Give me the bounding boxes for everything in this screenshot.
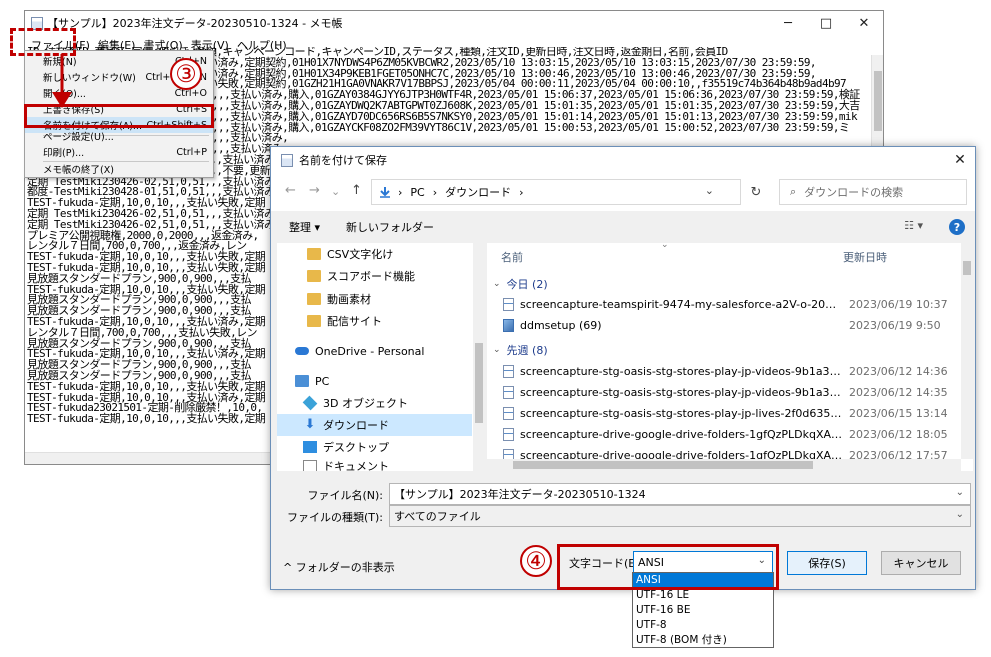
encoding-option-utf8[interactable]: UTF-8 [633,617,773,632]
file-row[interactable]: ddmsetup (69) 2023/06/19 9:50 [503,315,963,336]
notepad-title: 【サンプル】2023年注文データ-20230510-1324 - メモ帳 [47,17,343,30]
document-icon [303,460,317,471]
up-arrow-icon[interactable]: ↑ [351,183,362,198]
nav-item-pc[interactable]: PC [277,370,472,392]
chevron-down-icon: ⌄ [493,345,501,355]
encoding-highlight [557,544,779,590]
search-placeholder: ダウンロードの検索 [804,186,904,199]
dialog-close-button[interactable]: ✕ [945,152,975,168]
menu-item-print[interactable]: 印刷(P)... Ctrl+P [25,144,213,160]
nav-item-csv[interactable]: CSV文字化け [277,243,472,265]
breadcrumb-chevron-icon: › [519,185,524,199]
breadcrumb-chevron-icon: › [398,185,403,199]
nav-item-onedrive[interactable]: OneDrive - Personal [277,340,472,362]
group-header-today[interactable]: ⌄ 今日 (2) [493,275,548,293]
search-input[interactable]: ⌕ ダウンロードの検索 [779,179,967,205]
file-icon [503,428,514,441]
encoding-option-utf16be[interactable]: UTF-16 BE [633,603,773,618]
file-row[interactable]: screencapture-drive-google-drive-folders… [503,424,963,445]
search-icon: ⌕ [790,185,797,198]
download-arrow-icon: ⬇ [304,417,316,432]
file-icon [503,365,514,378]
dialog-navbar: ← → ⌄ ↑ › PC › ダウンロード › ⌄ ↻ ⌕ ダウンロードの検索 [271,173,975,211]
breadcrumb-chevron-icon: › [432,185,438,199]
file-icon [503,386,514,399]
cancel-button[interactable]: キャンセル [881,551,961,575]
file-row[interactable]: screencapture-stg-oasis-stg-stores-play-… [503,403,963,424]
folder-icon [307,315,321,327]
view-options-icon[interactable]: ☷ ▾ [904,219,923,232]
chevron-down-icon: ⌄ [955,509,964,520]
recent-locations-icon[interactable]: ⌄ [331,185,340,198]
nav-item-documents[interactable]: ドキュメント [277,455,472,471]
breadcrumb-downloads[interactable]: ダウンロード [445,184,511,200]
file-icon [503,298,514,311]
chevron-down-icon[interactable]: ⌄ [956,487,964,498]
maximize-button[interactable]: □ [807,11,845,35]
installer-icon [503,319,514,332]
folder-icon [307,293,321,305]
column-header-modified[interactable]: 更新日時 [843,243,887,271]
refresh-icon[interactable]: ↻ [743,179,769,205]
filename-label: ファイル名(N): [307,489,383,502]
chevron-down-icon: ⌄ [493,279,501,289]
dialog-toolbar: 整理 ▾ 新しいフォルダー ☷ ▾ ? [271,211,975,243]
dialog-title: 名前を付けて保存 [299,154,387,167]
group-header-last-week[interactable]: ⌄ 先週 (8) [493,341,548,359]
file-row[interactable]: screencapture-teamspirit-9474-my-salesfo… [503,294,963,315]
dialog-titlebar: 名前を付けて保存 ✕ [271,147,975,173]
file-list-horizontal-scrollbar[interactable] [487,459,961,471]
file-row[interactable]: screencapture-stg-oasis-stg-stores-play-… [503,382,963,403]
column-header-name[interactable]: 名前 [501,243,523,271]
arrow-icon [52,54,72,108]
download-arrow-icon [380,187,390,198]
onedrive-cloud-icon [295,347,309,355]
nav-item-3d-objects[interactable]: 3D オブジェクト [277,392,472,414]
sort-chevron-icon: ⌄ [661,243,669,250]
notepad-titlebar: 【サンプル】2023年注文データ-20230510-1324 - メモ帳 ─ □… [25,11,883,35]
menu-item-exit[interactable]: メモ帳の終了(X) [25,161,213,177]
menu-item-page-setup[interactable]: ページ設定(U)... [25,128,213,144]
nav-item-scoreboard[interactable]: スコアボード機能 [277,265,472,287]
new-folder-button[interactable]: 新しいフォルダー [346,219,434,235]
desktop-icon [303,441,317,453]
organize-button[interactable]: 整理 ▾ [289,219,320,235]
file-list-vertical-scrollbar[interactable] [961,243,973,459]
filetype-row: ファイルの種類(T): すべてのファイル ⌄ [271,505,975,527]
3d-objects-icon [302,395,318,411]
save-button[interactable]: 保存(S) [787,551,867,575]
navigation-pane: CSV文字化け スコアボード機能 動画素材 配信サイト OneDrive - P… [277,243,485,471]
nav-item-video-assets[interactable]: 動画素材 [277,288,472,310]
encoding-option-utf16le[interactable]: UTF-16 LE [633,588,773,603]
folder-icon [307,248,321,260]
nav-item-downloads[interactable]: ⬇ ダウンロード [277,414,472,436]
encoding-option-utf8-bom[interactable]: UTF-8 (BOM 付き) [633,632,773,647]
back-arrow-icon[interactable]: ← [285,183,296,198]
address-bar[interactable]: › PC › ダウンロード › ⌄ [371,179,741,205]
navigation-scrollbar[interactable] [473,243,485,471]
minimize-button[interactable]: ─ [769,11,807,35]
filename-input[interactable]: 【サンプル】2023年注文データ-20230510-1324 ⌄ [389,483,971,505]
dialog-app-icon [281,153,293,167]
file-list-pane: 名前 更新日時 ⌄ ⌄ 今日 (2) screencapture-teamspi… [487,243,973,471]
filetype-select[interactable]: すべてのファイル ⌄ [389,505,971,527]
forward-arrow-icon[interactable]: → [309,183,320,198]
file-icon [503,407,514,420]
close-button[interactable]: ✕ [845,11,883,35]
folder-icon [307,270,321,282]
filename-row: ファイル名(N): 【サンプル】2023年注文データ-20230510-1324… [271,483,975,505]
file-row[interactable]: screencapture-stg-oasis-stg-stores-play-… [503,361,963,382]
save-as-dialog: 名前を付けて保存 ✕ ← → ⌄ ↑ › PC › ダウンロード › ⌄ ↻ ⌕… [270,146,976,590]
address-dropdown-icon[interactable]: ⌄ [705,184,714,197]
help-icon[interactable]: ? [949,219,965,235]
save-as-highlight [24,104,214,128]
filetype-label: ファイルの種類(T): [286,511,383,524]
breadcrumb-pc[interactable]: PC [410,186,424,199]
pc-icon [295,375,309,387]
step-3-marker: ③ [170,58,202,90]
step-4-marker: ④ [520,545,552,577]
nav-item-distribution[interactable]: 配信サイト [277,310,472,332]
hide-folders-button[interactable]: ^ フォルダーの非表示 [283,559,395,575]
